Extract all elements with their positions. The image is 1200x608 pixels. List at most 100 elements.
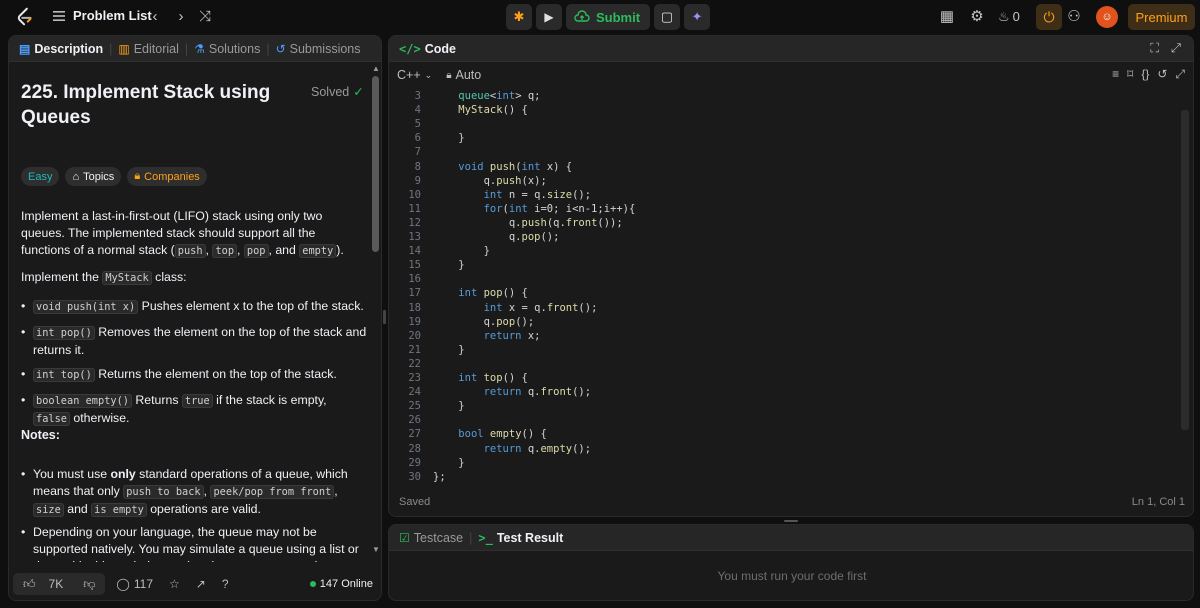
leetcode-logo-icon[interactable] [14,6,36,28]
tab-testcase[interactable]: ☑ Testcase [399,531,463,545]
inline-code: size [33,503,64,517]
premium-button[interactable]: Premium [1128,4,1195,30]
shuffle-icon[interactable]: ⤨ [196,8,214,26]
method-text: if the stack is empty, [212,393,327,407]
maximize-icon[interactable]: ⛶ [1150,41,1159,56]
language-select[interactable]: C++ ⌄ [397,68,432,82]
method-item: boolean empty() Returns true if the stac… [21,392,367,428]
scroll-up-icon[interactable]: ▲ [372,64,380,73]
online-indicator: 147 Online [309,578,373,590]
avatar[interactable]: ☺ [1096,6,1118,28]
inline-code: int top() [33,368,95,382]
tab-editorial[interactable]: ▥ Editorial [118,42,179,56]
add-friend-icon[interactable]: ⚇ [1065,8,1083,26]
dislike-button[interactable]: 👎︎ [73,577,105,592]
code-line[interactable]: queue<int> q; [433,90,540,102]
code-line[interactable]: bool empty() { [433,428,547,440]
help-button[interactable]: ? [217,573,234,595]
tab-solutions[interactable]: ⚗ Solutions [194,42,260,56]
solved-label: Solved [311,84,350,99]
timer-button[interactable]: ⏻ [1036,4,1062,30]
like-button[interactable]: 👍︎ 7K [13,577,73,592]
layout-grid-icon[interactable]: ▦ [938,8,956,26]
line-number: 6 [414,132,421,145]
code-line[interactable]: } [433,344,464,356]
notes-button[interactable]: ▢ [654,4,681,30]
topics-button[interactable]: ⌂ Topics [65,167,122,186]
problem-list-button[interactable]: Problem List [52,8,152,23]
ai-assist-button[interactable]: ✦ [684,4,711,30]
share-button[interactable]: ↗ [191,573,211,595]
braces-icon[interactable]: {} [1141,67,1149,82]
vertical-resize-handle[interactable] [383,310,386,324]
problem-title[interactable]: 225. Implement Stack using Queues [21,80,281,130]
code-line[interactable]: }; [433,471,446,483]
description-panel: ▤ Description | ▥ Editorial | ⚗ Solution… [8,35,382,601]
tag-icon: ⌂ [72,170,80,183]
reset-icon[interactable]: ↺ [1157,67,1167,82]
inline-code: top [212,244,238,258]
code-line[interactable]: MyStack() { [433,104,528,116]
code-line[interactable]: q.pop(); [433,231,560,243]
editor-scrollbar[interactable] [1181,110,1189,430]
code-line[interactable]: } [433,132,464,144]
code-editor[interactable]: 3 queue<int> q; 4 MyStack() {5 6 } 7 8 void … [389,88,1193,488]
code-line[interactable]: for(int i=0; i<n-1;i++){ [433,203,636,215]
tab-divider: | [469,530,473,545]
code-line[interactable]: q.push(q.front()); [433,217,623,229]
code-line[interactable]: return q.empty(); [433,443,591,455]
comments-button[interactable]: ◯ 117 [111,573,158,595]
description-tabs: ▤ Description | ▥ Editorial | ⚗ Solution… [9,36,381,62]
tab-submissions[interactable]: ↺ Submissions [276,42,361,56]
code-line[interactable]: } [433,245,490,257]
code-line[interactable]: q.pop(); [433,316,535,328]
horizontal-resize-handle[interactable] [784,520,798,522]
line-number: 28 [408,442,421,455]
tab-test-result[interactable]: >_ Test Result [478,531,563,545]
code-line[interactable]: int n = q.size(); [433,189,592,201]
format-icon[interactable]: ≡ [1112,67,1119,82]
code-line[interactable]: } [433,457,464,469]
scroll-thumb[interactable] [372,76,379,252]
tab-code[interactable]: </> Code [399,42,456,56]
next-problem-icon[interactable]: › [172,8,190,26]
topics-label: Topics [83,170,115,183]
companies-button[interactable]: 🔒︎ Companies [127,167,207,186]
settings-gear-icon[interactable]: ⚙ [968,8,986,26]
scroll-down-icon[interactable]: ▼ [372,545,380,554]
streak-counter[interactable]: ♨ 0 [998,8,1028,26]
line-number: 19 [408,315,421,328]
code-line[interactable]: int top() { [433,372,528,384]
bookmark-icon[interactable]: ⌑ [1127,67,1133,82]
run-button[interactable]: ▶ [536,4,562,30]
code-line[interactable]: q.push(x); [433,175,547,187]
method-text: Returns the element on the top of the st… [94,367,337,381]
problem-tags: Easy ⌂ Topics 🔒︎ Companies [21,167,207,186]
mode-toggle[interactable]: 🔒︎ Auto [446,68,481,82]
lock-icon: 🔒︎ [134,170,141,182]
prev-problem-icon[interactable]: ‹ [146,8,164,26]
list-icon [53,10,65,21]
code-line[interactable]: } [433,400,464,412]
debug-button[interactable]: ✱ [506,4,532,30]
check-circle-icon: ✓ [353,85,364,99]
editor-actions: ≡ ⌑ {} ↺ ⤢ [1112,67,1185,82]
code-line[interactable]: return q.front(); [433,386,591,398]
submit-button[interactable]: Submit [566,4,651,30]
description-scrollbar[interactable]: ▲ ▼ [372,64,380,554]
inline-code: push to back [123,485,204,499]
line-number: 20 [408,329,421,342]
class-text: Implement the [21,270,103,284]
code-line[interactable]: int x = q.front(); [433,302,598,314]
code-line[interactable]: } [433,259,464,271]
code-line[interactable]: return x; [433,330,541,342]
code-line[interactable]: int pop() { [433,287,528,299]
fullscreen-icon[interactable]: ⤢ [1175,67,1185,82]
favorite-button[interactable]: ☆ [164,573,185,595]
code-line[interactable]: void push(int x) { [433,161,572,173]
tab-description[interactable]: ▤ Description [19,42,103,56]
tab-test-result-label: Test Result [496,530,564,545]
method-item: int pop() Removes the element on the top… [21,324,367,359]
cursor-position: Ln 1, Col 1 [1131,496,1185,508]
collapse-icon[interactable]: ⤢ [1171,41,1181,56]
